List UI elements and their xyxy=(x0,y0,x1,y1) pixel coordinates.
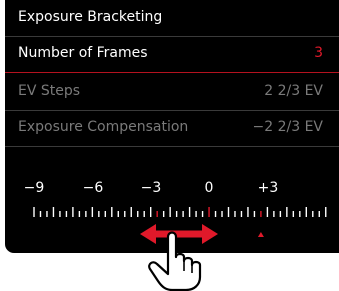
active-item-underline xyxy=(5,72,339,73)
left-right-arrows-icon xyxy=(140,224,218,244)
menu-item-label: EV Steps xyxy=(18,83,81,99)
divider xyxy=(5,110,339,111)
menu-item-value: 2 2/3 EV xyxy=(264,83,323,99)
scale-label-minus-3: −3 xyxy=(140,180,162,196)
scale-label-minus-6: −6 xyxy=(82,180,104,196)
menu-item-value: −2 2/3 EV xyxy=(252,119,324,135)
menu-title-bar: Exposure Bracketing xyxy=(5,0,339,36)
scale-label-0: 0 xyxy=(204,180,214,196)
menu-item-label: Exposure Compensation xyxy=(18,119,189,135)
menu-item-value: 3 xyxy=(314,45,323,61)
swipe-gesture-icon xyxy=(140,224,218,291)
menu-item-number-of-frames[interactable]: Number of Frames 3 xyxy=(5,38,339,72)
divider xyxy=(5,146,339,147)
camera-screen: Exposure Bracketing Number of Frames 3 E… xyxy=(5,0,339,253)
bracket-marker-arrow xyxy=(257,232,264,237)
menu-item-exposure-compensation[interactable]: Exposure Compensation −2 2/3 EV xyxy=(5,112,339,146)
menu-title: Exposure Bracketing xyxy=(18,9,163,25)
menu-item-ev-steps[interactable]: EV Steps 2 2/3 EV xyxy=(5,76,339,110)
scale-label-plus-3: +3 xyxy=(257,180,279,196)
menu-item-label: Number of Frames xyxy=(18,45,148,61)
scale-label-minus-9: −9 xyxy=(23,180,45,196)
swipe-hand-icon xyxy=(148,231,202,291)
divider xyxy=(5,36,339,37)
